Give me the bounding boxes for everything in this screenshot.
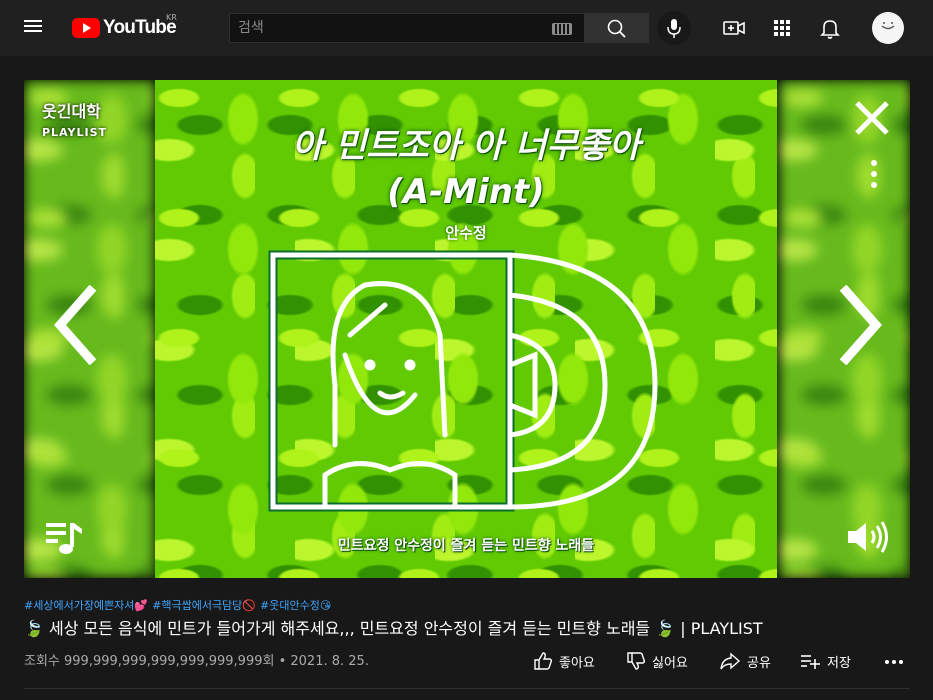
playlist-add-icon [801,655,820,669]
avatar[interactable] [872,12,904,44]
hashtag-link[interactable]: #세상에서가장예쁜자셔💕 [24,597,148,613]
art-caption: 민트요정 안수정이 즐겨 듣는 민트향 노래들 [337,538,595,554]
girl-illustration-icon [268,250,658,512]
hashtag-list: #세상에서가장예쁜자셔💕 #핵극쌉에서극담당🚫 #웃대안수정😘 [24,597,331,613]
view-count-date: 조회수 999,999,999,999,999,999,999회 • 2021.… [24,654,369,669]
channel-logo-ko: 웃긴대학 [42,102,101,121]
youtube-logo[interactable]: YouTube [72,15,177,41]
share-icon [720,652,741,670]
previous-chevron-icon[interactable] [50,285,100,365]
region-code: KR [166,13,177,22]
dislike-button[interactable]: 싫어요 [626,650,719,672]
channel-watermark: 웃긴대학 PLAYLIST [42,98,152,139]
queue-music-icon[interactable] [42,515,86,559]
section-divider [24,688,910,689]
dislike-label: 싫어요 [652,655,688,671]
art-title-line1: 아 민트조아 아 너무좋아 [291,126,641,166]
art-artist: 안수정 [445,224,487,242]
youtube-play-icon [72,18,100,38]
share-label: 공유 [747,655,771,671]
like-button[interactable]: 좋아요 [533,650,626,672]
save-label: 저장 [827,655,851,671]
menu-icon[interactable] [24,17,46,39]
channel-logo-en: PLAYLIST [42,126,108,139]
save-button[interactable]: 저장 [799,650,883,672]
video-player[interactable]: 아 민트조아 아 너무좋아 (A-Mint) 안수정 민트요정 안수정이 즐겨 … [24,80,910,578]
search-icon [607,19,626,38]
search-input[interactable] [230,14,584,42]
thumbnail-art: 아 민트조아 아 너무좋아 (A-Mint) 안수정 민트요정 안수정이 즐겨 … [155,80,777,578]
avatar-face-icon [881,22,895,30]
search-button[interactable] [585,13,649,43]
hashtag-link[interactable]: #웃대안수정😘 [260,597,331,613]
notifications-bell-icon[interactable] [818,16,842,40]
more-vertical-icon[interactable] [866,160,882,200]
next-chevron-icon[interactable] [836,285,886,365]
keyboard-icon[interactable] [552,23,572,35]
logo-text: YouTube [103,17,177,38]
hashtag-link[interactable]: #핵극쌉에서극담당🚫 [152,597,256,613]
thumbs-up-icon [534,652,553,670]
microphone-icon [667,19,681,38]
thumbs-down-icon [627,652,646,670]
create-video-icon[interactable] [722,16,746,40]
search-box [229,13,585,43]
more-horizontal-icon [885,660,903,664]
like-label: 좋아요 [559,655,595,671]
masthead: YouTube KR [0,0,933,56]
more-actions-button[interactable] [883,650,913,672]
apps-grid-icon[interactable] [770,16,794,40]
close-icon[interactable] [852,98,892,138]
video-actions: 좋아요 싫어요 공유 저장 [533,650,913,672]
video-title: 🍃 세상 모든 음식에 민트가 들어가게 해주세요,,, 민트요정 안수정이 즐… [24,619,763,638]
share-button[interactable]: 공유 [719,650,799,672]
volume-icon[interactable] [844,515,892,559]
voice-search-button[interactable] [657,11,691,45]
art-title-line2: (A-Mint) [387,172,545,212]
